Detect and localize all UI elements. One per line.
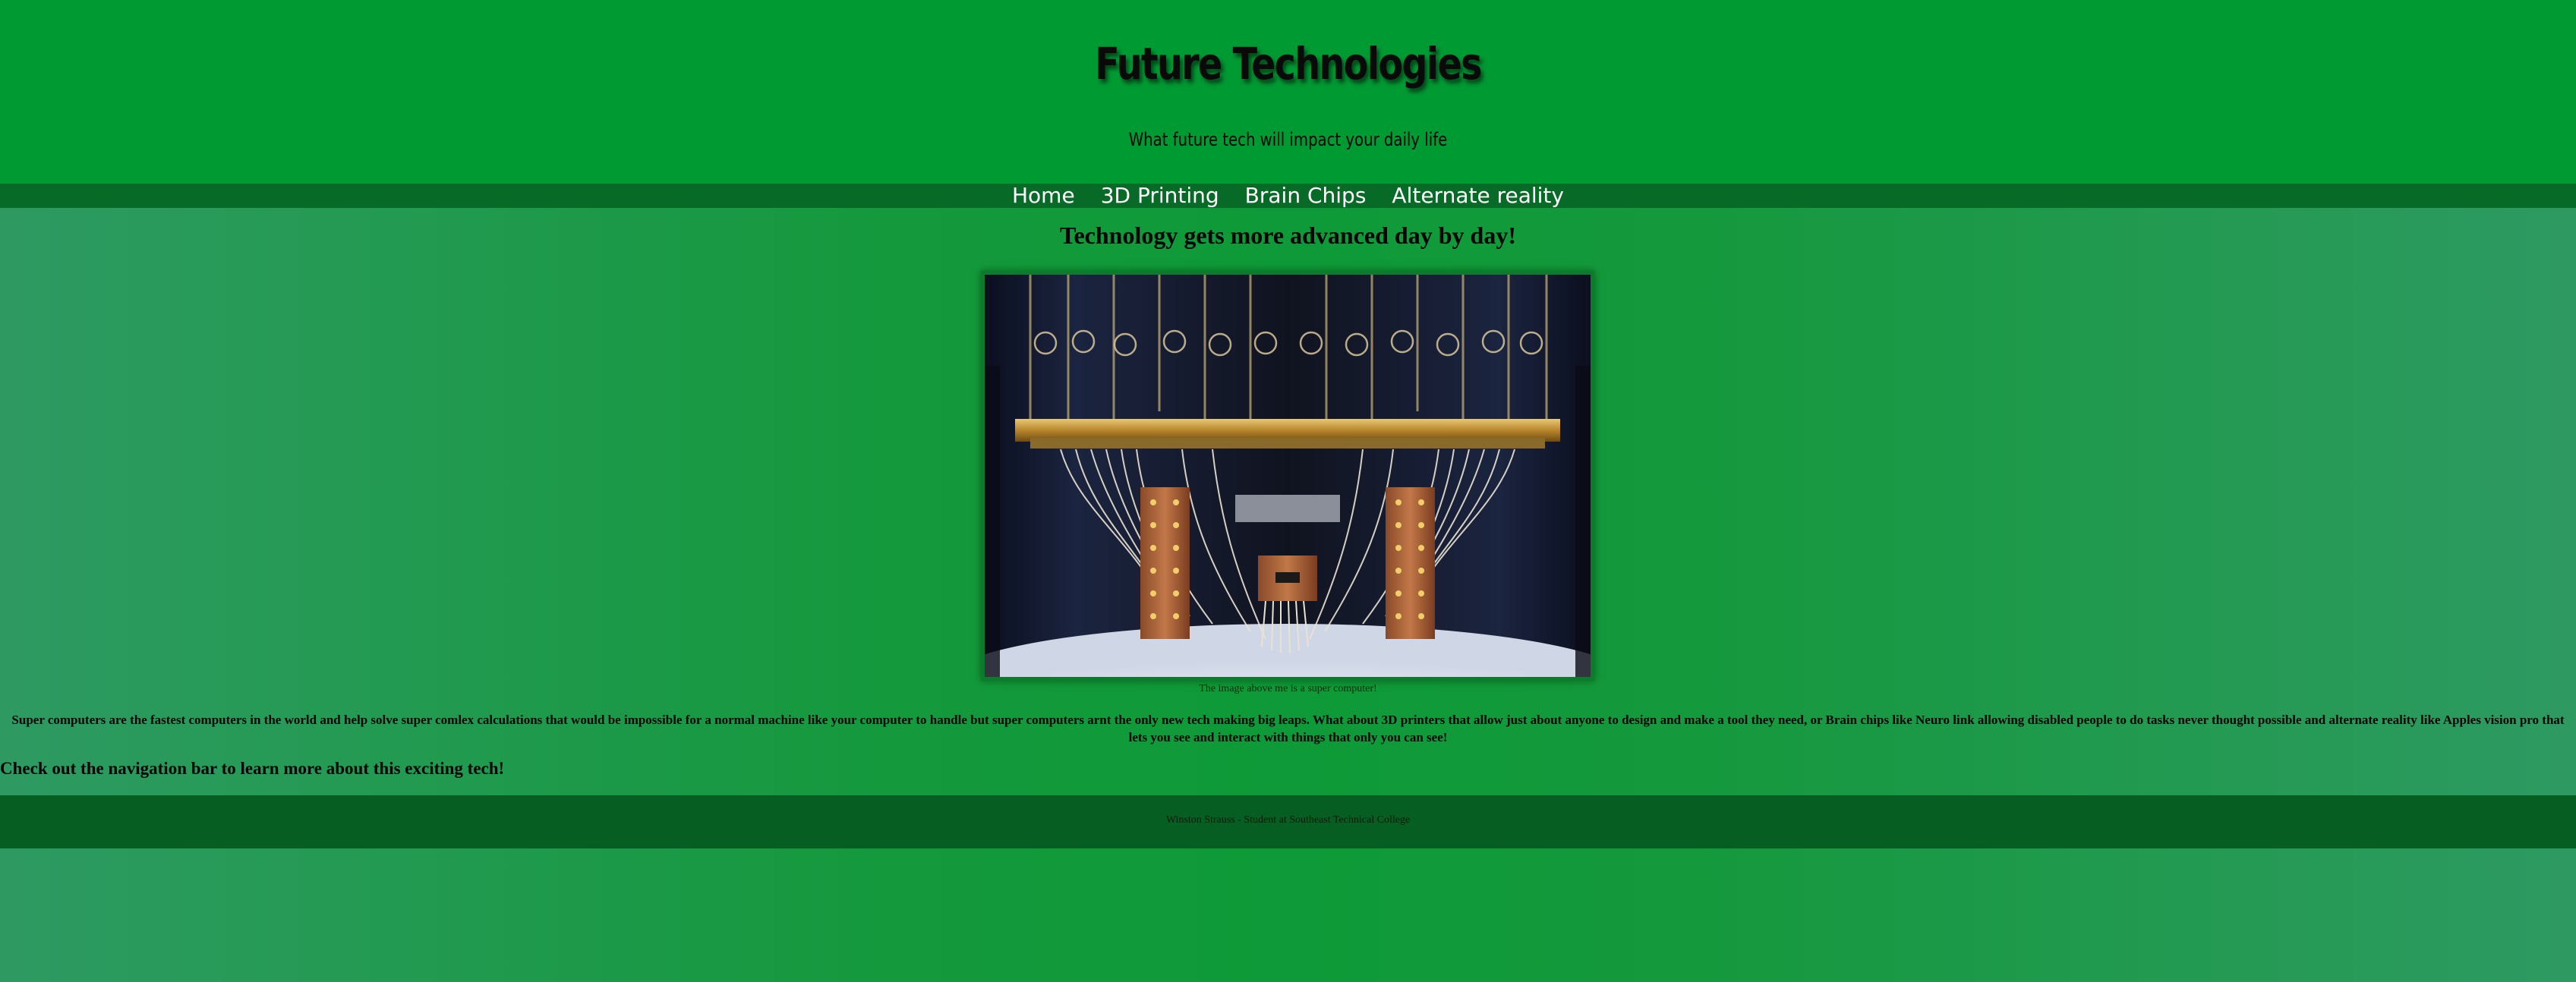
- main-heading: Technology gets more advanced day by day…: [1060, 222, 1516, 249]
- nav-bar: Home 3D Printing Brain Chips Alternate r…: [0, 184, 2576, 208]
- nav-link-home[interactable]: Home: [1012, 184, 1075, 208]
- nav-callout: Check out the navigation bar to learn mo…: [0, 759, 505, 778]
- nav-link-brain-chips[interactable]: Brain Chips: [1245, 184, 1367, 208]
- nav-link-3d-printing[interactable]: 3D Printing: [1101, 184, 1219, 208]
- image-caption: The image above me is a super computer!: [1199, 683, 1377, 694]
- site-title: Future Technologies: [1095, 38, 1482, 90]
- supercomputer-image: [981, 271, 1594, 681]
- nav-link-alternate-reality[interactable]: Alternate reality: [1392, 184, 1564, 208]
- footer-credit: Winston Strauss - Student at Southeast T…: [1165, 814, 1411, 826]
- site-subtitle: What future tech will impact your daily …: [1128, 129, 1448, 150]
- body-paragraph: Super computers are the fastest computer…: [11, 713, 2565, 744]
- site-footer: Winston Strauss - Student at Southeast T…: [0, 795, 2576, 848]
- site-header: Future Technologies What future tech wil…: [0, 0, 2576, 184]
